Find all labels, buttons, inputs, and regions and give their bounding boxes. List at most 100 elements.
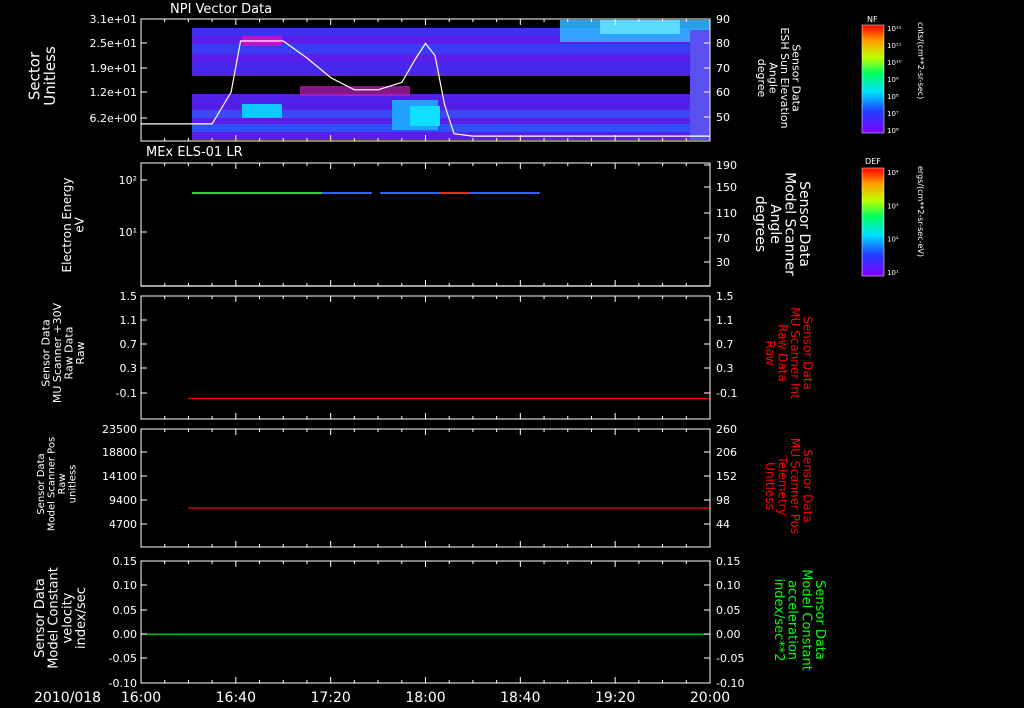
time-tick-label: 18:40 bbox=[500, 690, 540, 706]
npi-ylabel-line: Unitless bbox=[41, 46, 59, 106]
scanner-pos-ylabel-line: unitless bbox=[67, 465, 78, 504]
model-constant-right-ylabel: Sensor DataModel Constantaccelerationind… bbox=[771, 569, 827, 671]
scanner-pos-ylabel: Sensor Data Model Scanner Pos Raw unitless bbox=[36, 437, 79, 531]
panel-npi: NPI Vector Data 3.1e+01 2.5e+01 1.9e+01 1.2… bbox=[90, 2, 730, 142]
y-tick-label-left: 0.10 bbox=[113, 579, 138, 592]
multi-panel-plot: NPI Vector Data 3.1e+01 2.5e+01 1.9e+01 1.2… bbox=[25, 2, 925, 706]
y-tick-label-right: 70 bbox=[716, 62, 730, 75]
y-tick-label-left: 3.1e+01 bbox=[90, 13, 137, 26]
els-ylabel: Electron EnergyeV bbox=[60, 177, 87, 272]
els-frame bbox=[140, 162, 711, 287]
els-heat-strip bbox=[322, 192, 372, 194]
y-tick-label-left: -0.05 bbox=[109, 652, 137, 665]
date-label: 2010/018 bbox=[34, 690, 101, 706]
y-tick-label-left: 1.9e+01 bbox=[90, 62, 137, 75]
y-tick-label-left: -0.10 bbox=[109, 677, 137, 690]
npi-spectrogram bbox=[192, 20, 710, 140]
els-right-ylabel-line: Angle bbox=[767, 204, 783, 244]
y-tick-label-right: 206 bbox=[716, 446, 737, 459]
y-tick-label-right: 110 bbox=[716, 207, 737, 220]
y-tick-label-right: 80 bbox=[716, 37, 730, 50]
y-tick-label-right: 90 bbox=[716, 13, 730, 26]
els-right-ylabel-line: Model Scanner bbox=[781, 172, 797, 276]
els-axis-ticks: 10² 10¹ 190 150 110 70 30 bbox=[119, 159, 737, 286]
y-tick-label-left: 6.2e+00 bbox=[90, 112, 137, 125]
y-tick-label-left: 14100 bbox=[102, 470, 137, 483]
y-tick-label-left: 0.3 bbox=[120, 362, 138, 375]
y-tick-label-left: 0.05 bbox=[113, 604, 138, 617]
scanner-pos-right-ylabel: Sensor DataMU Scanner PosTelemetryUnitle… bbox=[763, 438, 815, 534]
npi-heat-blob bbox=[600, 20, 680, 34]
colorbar-tick-label: 10⁷ bbox=[887, 110, 899, 118]
y-tick-label-right: 0.7 bbox=[716, 338, 734, 351]
y-tick-label-left: 0.7 bbox=[120, 338, 138, 351]
colorbar-def-units: ergs/(cm**2-sr-sec-eV) bbox=[916, 166, 925, 257]
scanner-pos-frame bbox=[140, 428, 711, 548]
mu-scanner-raw-ylabel: Sensor DataMU Scanner +30VRaw DataRaw bbox=[40, 302, 88, 403]
colorbar-nf-ticks: 10¹² 10¹¹ 10¹⁰ 10⁹ 10⁸ 10⁷ 10⁶ bbox=[887, 25, 902, 135]
els-heat-strip bbox=[440, 192, 470, 194]
y-tick-label-right: 0.15 bbox=[716, 555, 741, 568]
colorbar-tick-label: 10⁴ bbox=[887, 169, 899, 177]
colorbar-def-title: DEF bbox=[865, 157, 881, 166]
y-tick-label-left: 23500 bbox=[102, 423, 137, 436]
scanner-pos-ylabel-line: Raw bbox=[57, 473, 68, 494]
colorbar-tick-label: 10⁸ bbox=[887, 93, 899, 101]
mu-scanner-raw-right-ylabel-line: Raw bbox=[763, 340, 777, 365]
time-tick-label: 20:00 bbox=[690, 690, 730, 706]
y-tick-label-right: 1.1 bbox=[716, 314, 734, 327]
colorbar-tick-label: 10¹ bbox=[887, 269, 899, 277]
y-tick-label-right: -0.10 bbox=[716, 677, 744, 690]
els-ylabel-line: eV bbox=[73, 216, 87, 232]
npi-ylabel: SectorUnitless bbox=[25, 46, 59, 106]
els-heat-strip bbox=[192, 192, 322, 194]
panel-els: MEx ELS-01 LR 10² 10¹ 190 150 110 70 30 bbox=[119, 145, 737, 287]
npi-heat-blob bbox=[242, 104, 282, 118]
y-tick-label-left: 0.15 bbox=[113, 555, 138, 568]
y-tick-label-right: 98 bbox=[716, 494, 730, 507]
y-tick-label-left: 4700 bbox=[109, 518, 137, 531]
panel-title-npi: NPI Vector Data bbox=[170, 2, 272, 17]
y-tick-label-left: 0.00 bbox=[113, 628, 138, 641]
model-constant-right-ylabel-line: index/sec**2 bbox=[771, 578, 786, 661]
colorbar-tick-label: 10¹⁰ bbox=[887, 59, 902, 67]
y-tick-label-right: 1.5 bbox=[716, 290, 734, 303]
y-tick-label-right: 0.3 bbox=[716, 362, 734, 375]
time-tick-label: 18:00 bbox=[405, 690, 445, 706]
mu-scanner-raw-frame bbox=[140, 295, 711, 420]
time-tick-label: 19:20 bbox=[595, 690, 635, 706]
mu-scanner-raw-right-ylabel: Sensor DataMU Scanner IntRaw DataRaw bbox=[763, 307, 815, 399]
time-tick-label: 16:40 bbox=[216, 690, 256, 706]
els-right-ylabel-line: degrees bbox=[752, 196, 768, 252]
y-tick-label-left: 10¹ bbox=[119, 226, 137, 239]
colorbar-tick-label: 10¹² bbox=[887, 25, 902, 33]
model-constant-axis-ticks: 0.15 0.10 0.05 0.00 -0.05 -0.10 0.15 0.10 0.05 0.… bbox=[109, 555, 745, 690]
y-tick-label-left: 2.5e+01 bbox=[90, 37, 137, 50]
npi-right-ylabel: Sensor DataESH Sun ElevationAngledegree bbox=[755, 27, 803, 128]
colorbar-tick-label: 10² bbox=[887, 236, 899, 244]
y-tick-label-right: -0.1 bbox=[716, 387, 737, 400]
npi-heat-blob bbox=[690, 30, 710, 140]
npi-right-ylabel-line: degree bbox=[755, 59, 768, 98]
els-heat-strip bbox=[470, 192, 540, 194]
npi-heat-gap bbox=[192, 76, 710, 94]
panel-title-els: MEx ELS-01 LR bbox=[146, 145, 243, 160]
scanner-pos-ylabel-line: Sensor Data bbox=[36, 453, 47, 514]
els-right-ylabel: Sensor DataModel ScannerAngledegrees bbox=[752, 172, 812, 276]
y-tick-label-left: 10² bbox=[119, 174, 137, 187]
panel-mu-scanner-raw: 1.5 1.1 0.7 0.3 -0.1 1.5 1.1 0.7 0.3 -0.1 bbox=[116, 290, 737, 420]
scanner-pos-axis-ticks: 23500 18800 14100 9400 4700 260 206 152 98 44 bbox=[102, 423, 737, 547]
npi-heat-band bbox=[192, 62, 710, 74]
scanner-pos-ylabel-line: Model Scanner Pos bbox=[46, 437, 57, 531]
colorbar-def: DEF 10⁴ 10³ 10² 10¹ ergs/(cm**2-sr-sec-eV) bbox=[861, 157, 925, 277]
y-tick-label-right: 60 bbox=[716, 86, 730, 99]
y-tick-label-right: 0.05 bbox=[716, 604, 741, 617]
model-constant-frame bbox=[140, 560, 711, 684]
colorbar-def-scale bbox=[861, 167, 885, 277]
time-tick-label: 17:20 bbox=[310, 690, 350, 706]
y-tick-label-right: 0.10 bbox=[716, 579, 741, 592]
mu-scanner-raw-axis-ticks: 1.5 1.1 0.7 0.3 -0.1 1.5 1.1 0.7 0.3 -0.1 bbox=[116, 290, 737, 419]
npi-heat-blob bbox=[410, 106, 440, 126]
y-tick-label-right: 44 bbox=[716, 518, 730, 531]
y-tick-label-right: 260 bbox=[716, 423, 737, 436]
